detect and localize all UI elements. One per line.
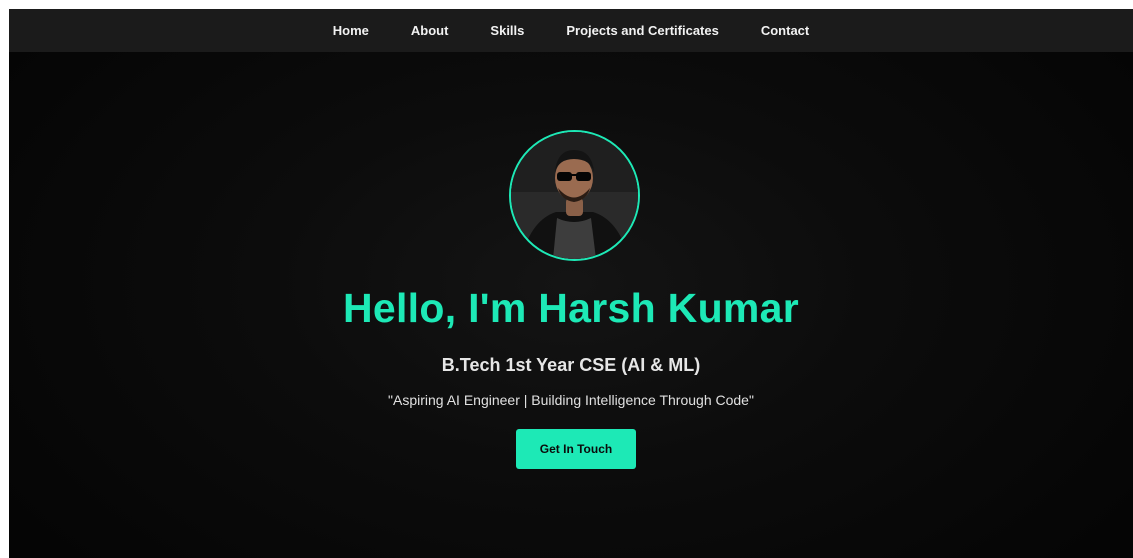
- hero-subtitle: B.Tech 1st Year CSE (AI & ML): [441, 355, 701, 375]
- nav-link-home[interactable]: Home: [312, 9, 390, 52]
- nav-link-projects[interactable]: Projects and Certificates: [545, 9, 739, 52]
- nav-link-contact[interactable]: Contact: [740, 9, 830, 52]
- avatar-photo-icon: [511, 132, 638, 259]
- hero-section: Hello, I'm Harsh Kumar B.Tech 1st Year C…: [9, 52, 1133, 558]
- get-in-touch-button[interactable]: Get In Touch: [516, 429, 636, 469]
- hero-title: Hello, I'm Harsh Kumar: [342, 285, 800, 331]
- hero-tagline: "Aspiring AI Engineer | Building Intelli…: [388, 392, 754, 408]
- page-viewport: Home About Skills Projects and Certifica…: [9, 9, 1133, 558]
- nav-link-skills[interactable]: Skills: [469, 9, 545, 52]
- top-navbar: Home About Skills Projects and Certifica…: [9, 9, 1133, 52]
- nav-link-about[interactable]: About: [390, 9, 470, 52]
- avatar: [509, 130, 640, 261]
